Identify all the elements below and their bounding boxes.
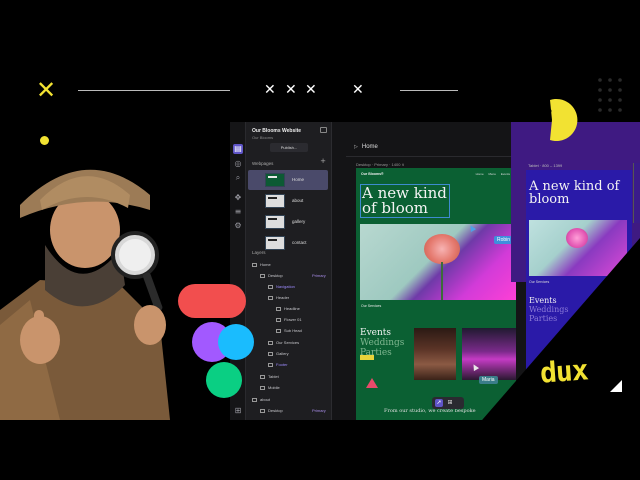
frame-tool-icon[interactable]: ⊞: [446, 399, 454, 407]
select-tool-icon[interactable]: ➚: [435, 399, 443, 407]
canvas-toolbar: ➚ ⊞: [432, 397, 464, 409]
dux-logo: dux: [538, 353, 589, 390]
detective-illustration: [0, 169, 170, 420]
figma-logo: [178, 284, 254, 398]
